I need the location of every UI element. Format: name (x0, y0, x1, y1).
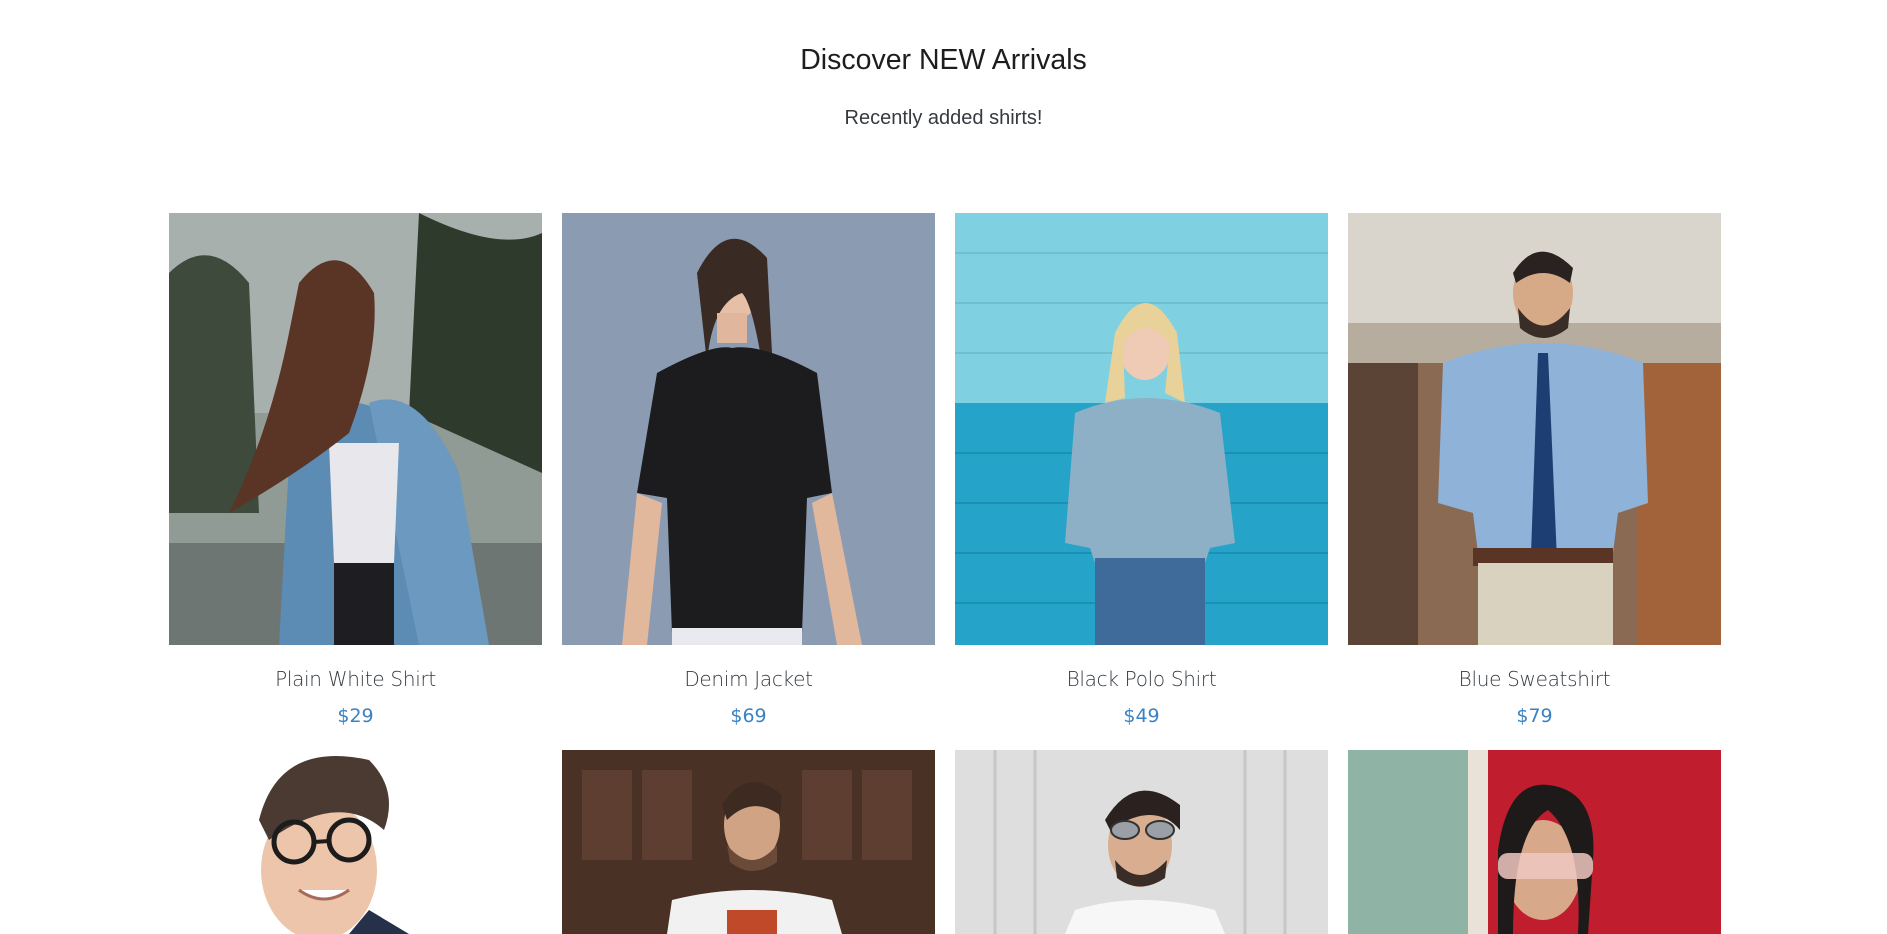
product-image[interactable] (562, 213, 935, 645)
product-price: $29 (337, 705, 374, 727)
product-name[interactable]: Plain White Shirt (169, 667, 542, 691)
section-title: Discover NEW Arrivals (800, 44, 1087, 76)
product-price: $79 (1516, 705, 1553, 727)
product-card[interactable] (562, 750, 935, 934)
product-price: $69 (730, 705, 767, 727)
new-arrivals-section: Discover NEW Arrivals Recently added shi… (0, 0, 1887, 934)
product-name[interactable]: Blue Sweatshirt (1348, 667, 1721, 691)
product-image[interactable] (955, 213, 1328, 645)
product-card[interactable]: Plain White Shirt $29 (169, 213, 542, 727)
product-card[interactable]: Denim Jacket $69 (562, 213, 935, 727)
product-card[interactable] (1348, 750, 1721, 934)
product-image[interactable] (955, 750, 1328, 934)
product-name[interactable]: Black Polo Shirt (955, 667, 1328, 691)
product-image[interactable] (562, 750, 935, 934)
product-image[interactable] (1348, 750, 1721, 934)
product-card[interactable]: Blue Sweatshirt $79 (1348, 213, 1721, 727)
product-image[interactable] (1348, 213, 1721, 645)
product-card[interactable] (955, 750, 1328, 934)
product-image[interactable] (169, 750, 542, 934)
section-subtitle: Recently added shirts! (844, 107, 1043, 129)
product-card[interactable] (169, 750, 542, 934)
product-card[interactable]: Black Polo Shirt $49 (955, 213, 1328, 727)
product-image[interactable] (169, 213, 542, 645)
product-name[interactable]: Denim Jacket (562, 667, 935, 691)
product-price: $49 (1123, 705, 1160, 727)
